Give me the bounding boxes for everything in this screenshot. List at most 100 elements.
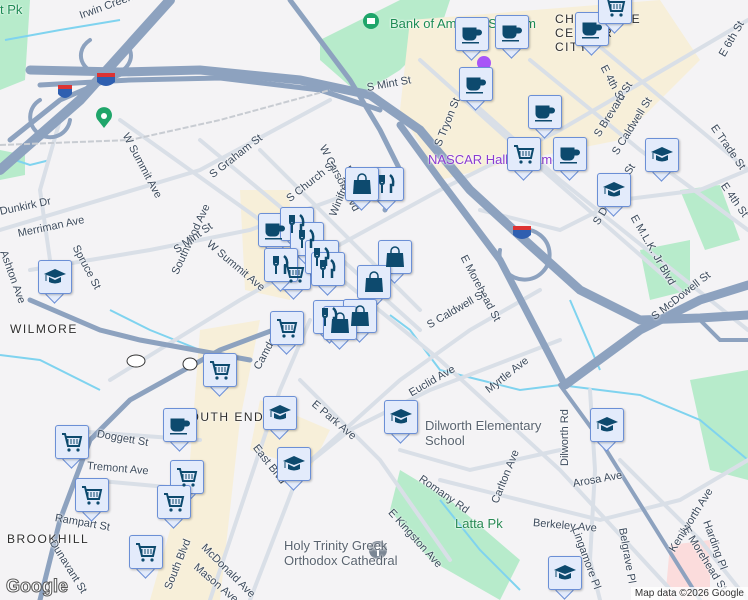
google-logo: Google [6, 576, 69, 597]
marker-box [38, 260, 72, 294]
bag-icon [386, 246, 404, 267]
school-marker[interactable] [645, 138, 679, 182]
cart-marker[interactable] [129, 535, 163, 579]
school-marker[interactable] [277, 447, 311, 491]
cart-icon [62, 433, 83, 452]
interstate-77-shield [57, 84, 73, 104]
school-marker[interactable] [590, 408, 624, 452]
coffee-icon [265, 223, 285, 240]
map-label: Holy Trinity Greek Orthodox Cathedral [284, 538, 398, 568]
coffee-icon [466, 77, 486, 94]
cart-icon [514, 145, 535, 164]
restaurant-marker[interactable] [264, 248, 298, 292]
school-marker[interactable] [597, 173, 631, 217]
marker-box [323, 306, 357, 340]
cart-icon [210, 361, 231, 380]
coffee-icon [170, 418, 190, 435]
restaurant-marker[interactable] [311, 252, 345, 296]
school-marker[interactable] [38, 260, 72, 304]
coffee-marker[interactable] [459, 67, 493, 111]
coffee-icon [560, 147, 580, 164]
marker-box [270, 311, 304, 345]
marker-box [129, 535, 163, 569]
cart-icon [177, 468, 198, 487]
marker-box [345, 167, 379, 201]
marker-box [528, 95, 562, 129]
cart-icon [164, 493, 185, 512]
school-icon [651, 147, 673, 162]
marker-box [597, 173, 631, 207]
marker-box [384, 400, 418, 434]
coffee-marker[interactable] [455, 17, 489, 61]
school-icon [390, 409, 412, 424]
map-label: Dilworth Elementary School [425, 418, 542, 448]
school-icon [269, 405, 291, 420]
map-label: WILMORE [10, 322, 78, 336]
marker-box [203, 353, 237, 387]
bag-marker[interactable] [345, 167, 379, 211]
marker-box [163, 408, 197, 442]
route-160-shield [126, 354, 146, 370]
marker-box [455, 17, 489, 51]
transit-pin-icon[interactable] [95, 107, 113, 134]
school-marker[interactable] [548, 556, 582, 600]
restaurant-icon [320, 259, 336, 278]
map-attribution[interactable]: Map data ©2026 Google [630, 587, 748, 600]
bag-icon [365, 271, 383, 292]
school-icon [554, 565, 576, 580]
coffee-icon [535, 105, 555, 122]
coffee-icon [462, 27, 482, 44]
marker-box [264, 248, 298, 282]
cart-marker[interactable] [55, 425, 89, 469]
interstate-277-shield [512, 225, 532, 245]
cart-marker[interactable] [270, 311, 304, 355]
marker-box [590, 408, 624, 442]
school-marker[interactable] [263, 396, 297, 440]
marker-box [370, 167, 404, 201]
cart-icon [82, 486, 103, 505]
coffee-marker[interactable] [528, 95, 562, 139]
marker-box [357, 265, 391, 299]
bag-icon [353, 173, 371, 194]
map-view[interactable]: t PkIrwin CreekBank of America StadiumS … [0, 0, 748, 600]
marker-box [548, 556, 582, 590]
marker-box [311, 252, 345, 286]
map-label: Dilworth Rd [559, 409, 571, 466]
cart-marker[interactable] [203, 353, 237, 397]
school-icon [603, 182, 625, 197]
marker-box [459, 67, 493, 101]
cart-icon [277, 319, 298, 338]
marker-box [157, 485, 191, 519]
stadium-icon[interactable] [362, 12, 380, 35]
marker-box [553, 137, 587, 171]
marker-box [263, 396, 297, 430]
cart-marker[interactable] [157, 485, 191, 529]
route-49-shield [182, 357, 198, 373]
marker-box [277, 447, 311, 481]
cart-icon [605, 0, 626, 17]
school-icon [596, 417, 618, 432]
marker-box [75, 478, 109, 512]
restaurant-icon [379, 174, 395, 193]
marker-box [495, 15, 529, 49]
coffee-icon [502, 25, 522, 42]
school-icon [283, 456, 305, 471]
coffee-marker[interactable] [495, 15, 529, 59]
coffee-icon [582, 22, 602, 39]
coffee-marker[interactable] [163, 408, 197, 452]
marker-box [55, 425, 89, 459]
map-label: t Pk [0, 2, 23, 17]
coffee-marker[interactable] [553, 137, 587, 181]
map-label: Latta Pk [455, 516, 503, 531]
cart-marker[interactable] [507, 137, 541, 181]
interstate-277-shield [96, 72, 116, 92]
marker-box [170, 460, 204, 494]
marker-box [507, 137, 541, 171]
school-icon [44, 269, 66, 284]
cart-marker[interactable] [75, 478, 109, 522]
school-marker[interactable] [384, 400, 418, 444]
restaurant-icon [273, 255, 289, 274]
marker-box [378, 240, 412, 274]
bag-marker[interactable] [323, 306, 357, 350]
cart-icon [136, 543, 157, 562]
